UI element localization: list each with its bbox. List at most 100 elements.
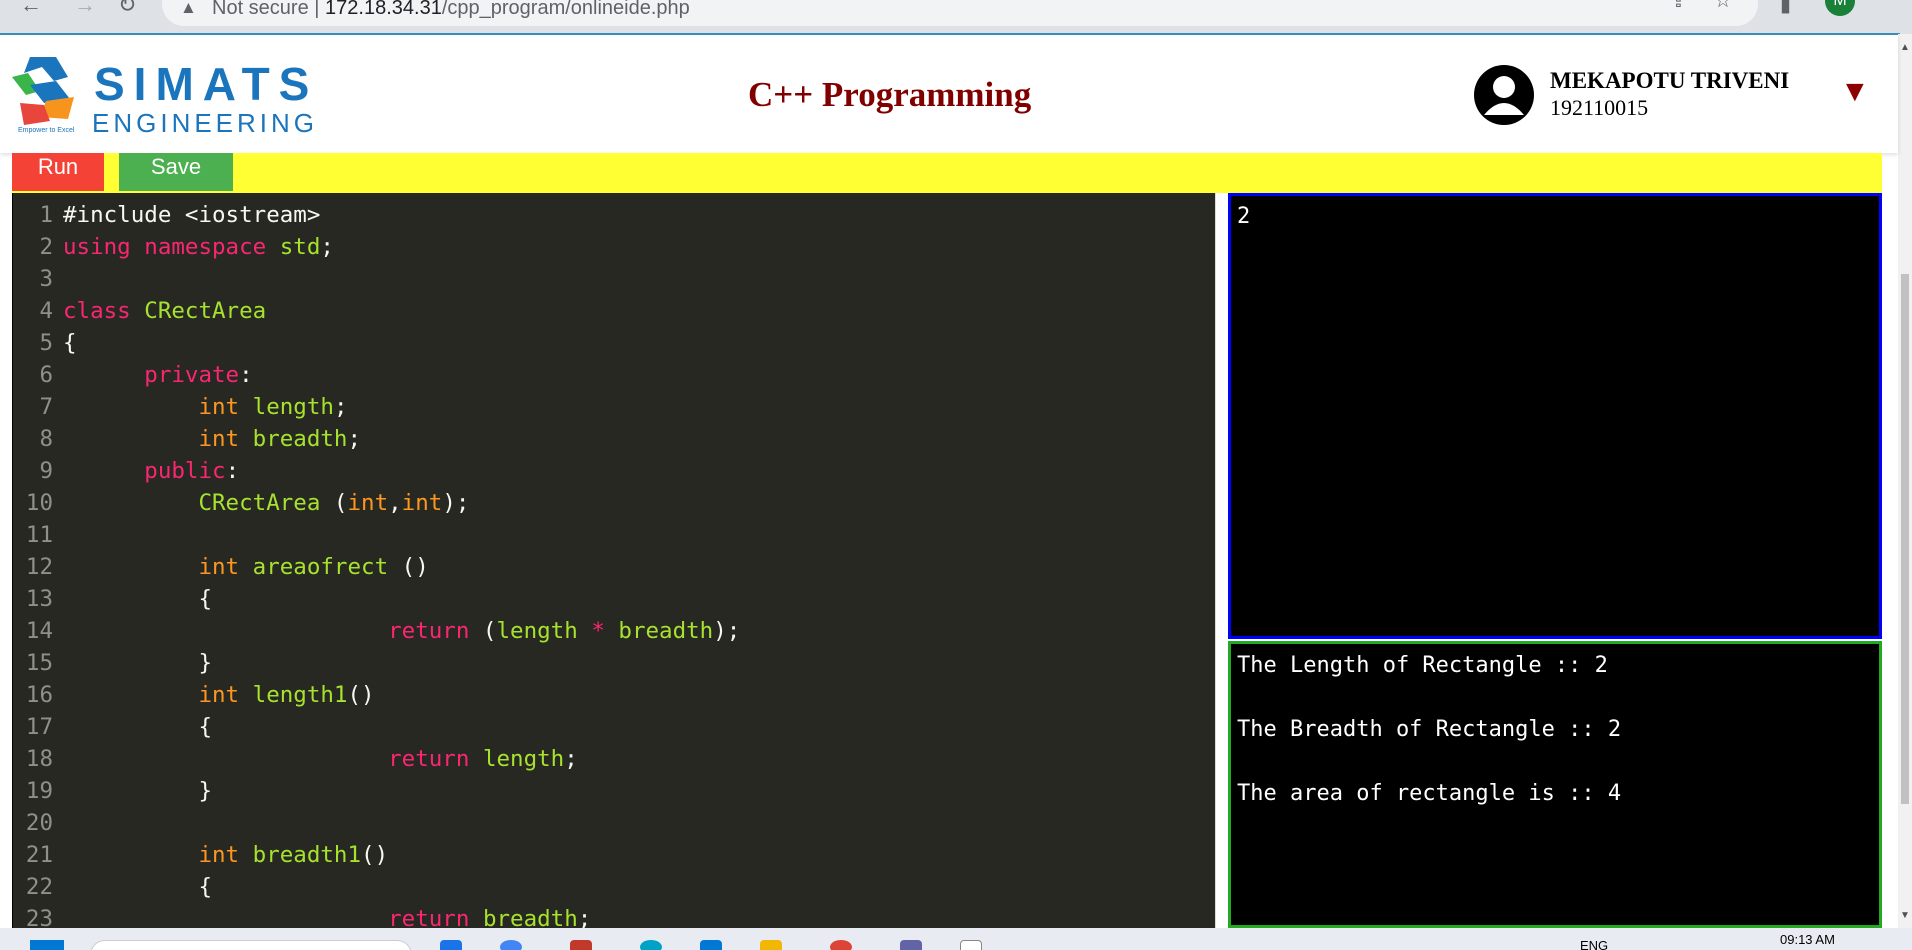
edge-icon[interactable] bbox=[640, 940, 662, 950]
line-code[interactable]: int length1() bbox=[53, 679, 374, 711]
scroll-down-icon[interactable]: ▼ bbox=[1900, 910, 1910, 921]
code-line[interactable]: 16 int length1() bbox=[13, 679, 740, 711]
line-code[interactable]: int breadth1() bbox=[53, 839, 388, 871]
code-token: { bbox=[63, 330, 77, 356]
user-menu-dropdown-icon[interactable]: ▼ bbox=[1840, 75, 1870, 109]
line-code[interactable]: int length; bbox=[53, 391, 347, 423]
code-line[interactable]: 22 { bbox=[13, 871, 740, 903]
code-line[interactable]: 15 } bbox=[13, 647, 740, 679]
code-line[interactable]: 3 bbox=[13, 263, 740, 295]
line-code[interactable]: { bbox=[53, 711, 212, 743]
code-line[interactable]: 6 private: bbox=[13, 359, 740, 391]
chrome-active-icon[interactable] bbox=[830, 940, 852, 950]
code-token: breadth bbox=[252, 426, 348, 452]
line-code[interactable]: CRectArea (int,int); bbox=[53, 487, 469, 519]
line-code[interactable]: return (length * breadth); bbox=[53, 615, 740, 647]
line-number: 9 bbox=[39, 458, 53, 484]
editor-scrollbar[interactable] bbox=[1215, 193, 1216, 928]
code-line[interactable]: 19 } bbox=[13, 775, 740, 807]
code-token: length bbox=[252, 394, 334, 420]
code-token: int bbox=[401, 490, 443, 516]
line-code[interactable]: int areaofrect () bbox=[53, 551, 428, 583]
line-code[interactable]: } bbox=[53, 775, 212, 807]
line-code[interactable]: return breadth; bbox=[53, 903, 591, 928]
line-number: 6 bbox=[39, 362, 53, 388]
line-code[interactable]: { bbox=[53, 327, 77, 359]
line-code[interactable]: public: bbox=[53, 455, 239, 487]
teams-icon[interactable] bbox=[900, 940, 922, 950]
stdin-input-panel[interactable]: 2 bbox=[1228, 193, 1882, 639]
code-line[interactable]: 12 int areaofrect () bbox=[13, 551, 740, 583]
line-code[interactable]: { bbox=[53, 583, 212, 615]
code-token: std bbox=[279, 234, 321, 260]
code-content[interactable]: 1 #include <iostream> 2 using namespace std… bbox=[13, 199, 740, 928]
notepad-icon[interactable] bbox=[960, 940, 982, 950]
profile-avatar[interactable]: M bbox=[1825, 0, 1855, 16]
code-token: : bbox=[239, 362, 253, 388]
taskbar-search-box[interactable] bbox=[90, 940, 412, 950]
mail-icon[interactable] bbox=[570, 940, 592, 950]
brand-name: SIMATS bbox=[94, 58, 319, 110]
code-editor[interactable]: 1 #include <iostream> 2 using namespace std… bbox=[12, 193, 1216, 928]
file-explorer-icon[interactable] bbox=[440, 940, 462, 950]
code-line[interactable]: 13 { bbox=[13, 583, 740, 615]
line-code[interactable]: class CRectArea bbox=[53, 295, 266, 327]
address-text[interactable]: Not secure | 172.18.34.31/cpp_program/on… bbox=[212, 0, 690, 20]
code-line[interactable]: 9 public: bbox=[13, 455, 740, 487]
line-code[interactable]: using namespace std; bbox=[53, 231, 334, 263]
code-token: breadth1 bbox=[252, 842, 362, 868]
line-code[interactable]: { bbox=[53, 871, 212, 903]
warning-triangle-icon[interactable]: ▲ bbox=[180, 0, 197, 18]
scroll-up-icon[interactable]: ▲ bbox=[1900, 42, 1910, 53]
code-line[interactable]: 4 class CRectArea bbox=[13, 295, 740, 327]
user-id: 192110015 bbox=[1550, 95, 1649, 120]
code-token: ); bbox=[442, 490, 470, 516]
clock-time[interactable]: 09:13 AM bbox=[1780, 932, 1835, 947]
page-scroll-thumb[interactable] bbox=[1901, 274, 1909, 804]
program-output-panel: The Length of Rectangle :: 2 The Breadth … bbox=[1228, 641, 1882, 928]
folder-icon[interactable] bbox=[760, 940, 782, 950]
extensions-icon[interactable]: ▮ bbox=[1780, 0, 1791, 15]
line-code[interactable]: #include <iostream> bbox=[53, 199, 320, 231]
code-line[interactable]: 2 using namespace std; bbox=[13, 231, 740, 263]
code-line[interactable]: 17 { bbox=[13, 711, 740, 743]
code-line[interactable]: 10 CRectArea (int,int); bbox=[13, 487, 740, 519]
code-line[interactable]: 11 bbox=[13, 519, 740, 551]
page-scrollbar[interactable]: ▲ ▼ bbox=[1898, 34, 1912, 928]
run-button[interactable]: Run bbox=[12, 153, 104, 191]
code-line[interactable]: 21 int breadth1() bbox=[13, 839, 740, 871]
code-line[interactable]: 14 return (length * breadth); bbox=[13, 615, 740, 647]
line-code[interactable]: } bbox=[53, 647, 212, 679]
line-code[interactable]: int breadth; bbox=[53, 423, 361, 455]
address-bar[interactable]: ▲ Not secure | 172.18.34.31/cpp_program/… bbox=[162, 0, 1758, 26]
code-line[interactable]: 18 return length; bbox=[13, 743, 740, 775]
line-code[interactable]: private: bbox=[53, 359, 253, 391]
code-line[interactable]: 20 bbox=[13, 807, 740, 839]
code-line[interactable]: 7 int length; bbox=[13, 391, 740, 423]
chrome-icon[interactable] bbox=[500, 940, 522, 950]
code-token: ; bbox=[320, 234, 334, 260]
line-code[interactable]: return length; bbox=[53, 743, 578, 775]
save-button[interactable]: Save bbox=[119, 153, 233, 191]
forward-arrow-icon[interactable]: → bbox=[74, 0, 96, 16]
url-path: /cpp_program/onlineide.php bbox=[441, 0, 690, 19]
back-arrow-icon[interactable]: ← bbox=[20, 0, 42, 16]
code-line[interactable]: 23 return breadth; bbox=[13, 903, 740, 928]
stdin-value[interactable]: 2 bbox=[1237, 204, 1250, 229]
reload-icon[interactable]: ↻ bbox=[118, 0, 136, 16]
code-line[interactable]: 8 int breadth; bbox=[13, 423, 740, 455]
store-icon[interactable] bbox=[700, 940, 722, 950]
windows-start-icon[interactable] bbox=[30, 940, 64, 950]
language-indicator[interactable]: ENG bbox=[1580, 938, 1608, 950]
code-token: { bbox=[63, 586, 213, 612]
share-icon[interactable]: ⇪ bbox=[1670, 0, 1687, 11]
bookmark-star-icon[interactable]: ☆ bbox=[1714, 0, 1732, 11]
user-avatar-icon[interactable] bbox=[1474, 65, 1534, 125]
code-line[interactable]: 5{ bbox=[13, 327, 740, 359]
code-line[interactable]: 1 #include <iostream> bbox=[13, 199, 740, 231]
